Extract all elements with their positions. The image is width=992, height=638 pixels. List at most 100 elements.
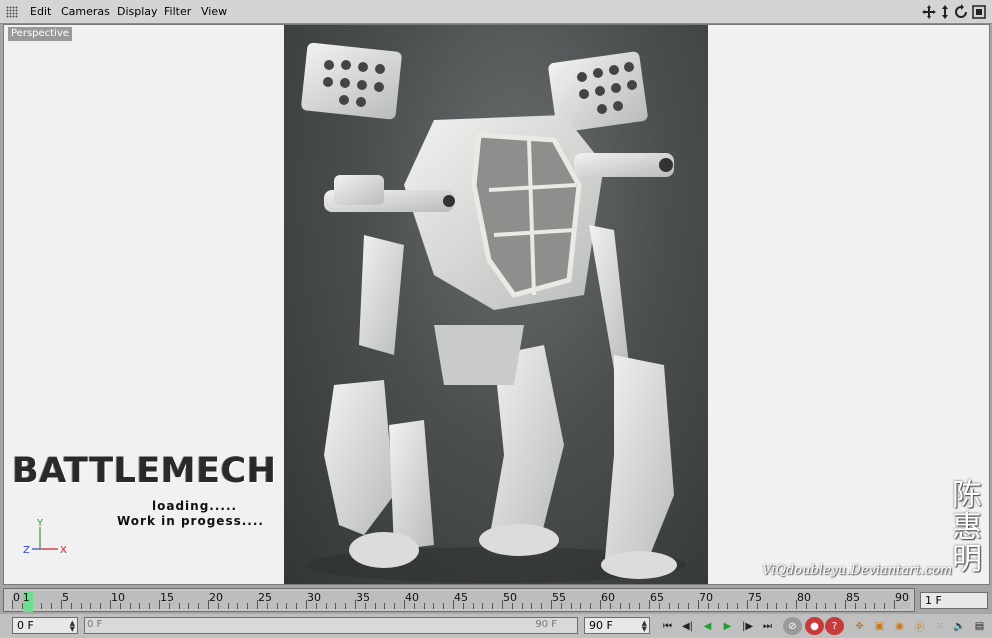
- timeline-ruler[interactable]: 0 1 5 10 15 20 25 30 35 40 45 50 55 60 65 70 75 80 85 90: [3, 588, 915, 612]
- timeline-tick: [100, 603, 102, 609]
- timeline-label: 0: [13, 591, 20, 604]
- timeline-tick: [374, 603, 376, 609]
- play-backward-icon[interactable]: ◀: [698, 617, 717, 635]
- parameter-track-icon[interactable]: Ⓟ: [910, 617, 929, 635]
- timeline-tick: [727, 603, 729, 609]
- autokey-icon[interactable]: ●: [805, 617, 824, 635]
- range-start-label: 0 F: [87, 619, 103, 630]
- position-track-icon[interactable]: ✥: [850, 617, 869, 635]
- axis-y-label: Y: [36, 518, 44, 529]
- timeline-tick: [688, 603, 690, 609]
- timeline-tick: [443, 603, 445, 609]
- timeline-tick: [590, 603, 592, 609]
- timeline-tick: [737, 603, 739, 609]
- start-frame-value: 0 F: [17, 619, 34, 632]
- battlemech-render: [301, 42, 686, 583]
- go-to-start-icon[interactable]: ⏮: [658, 617, 677, 635]
- timeline-tick: [325, 603, 327, 609]
- timeline-label: 25: [258, 591, 272, 604]
- artist-name-chinese: 陈 惠 明: [949, 480, 985, 576]
- timeline-tick: [786, 603, 788, 609]
- timeline-tick: [70, 603, 72, 609]
- preview-range-slider[interactable]: 0 F 90 F: [84, 617, 578, 634]
- timeline-tick: [188, 603, 190, 609]
- timeline-tick: [580, 603, 582, 609]
- spinner-icon[interactable]: ▲ ▼: [642, 620, 647, 633]
- axis-gizmo: Y Z X: [23, 518, 67, 556]
- timeline-tick: [41, 603, 43, 609]
- timeline-tick: [80, 603, 82, 609]
- camera-label: Perspective: [8, 27, 72, 41]
- timeline-label: 55: [552, 591, 566, 604]
- next-key-icon[interactable]: |▶: [738, 617, 757, 635]
- timeline-tick: [198, 603, 200, 609]
- play-forward-icon[interactable]: ▶: [718, 617, 737, 635]
- spinner-icon[interactable]: ▲ ▼: [70, 620, 75, 633]
- timeline-tick: [394, 603, 396, 609]
- scale-track-icon[interactable]: ▣: [870, 617, 889, 635]
- left-missile-pod: [301, 42, 402, 120]
- timeline-tick: [531, 603, 533, 609]
- timeline-tick: [668, 603, 670, 609]
- prev-key-icon[interactable]: ◀|: [678, 617, 697, 635]
- timeline-label: 45: [454, 591, 468, 604]
- move-icon[interactable]: [921, 4, 937, 20]
- overlay-loading: loading.....: [152, 499, 238, 513]
- timeline-tick: [521, 603, 523, 609]
- zoom-icon[interactable]: [937, 4, 953, 20]
- record-icon[interactable]: ⊘: [783, 617, 802, 635]
- range-end-label: 90 F: [535, 619, 557, 630]
- menu-cameras[interactable]: Cameras: [61, 5, 110, 19]
- timeline-tick: [237, 603, 239, 609]
- timeline-label: 15: [160, 591, 174, 604]
- timeline-tick: [227, 603, 229, 609]
- timeline-tick: [345, 603, 347, 609]
- keyframe-help-icon[interactable]: ?: [825, 617, 844, 635]
- chinese-char: 惠: [952, 510, 982, 545]
- timeline-label: 70: [699, 591, 713, 604]
- rotation-track-icon[interactable]: ◉: [890, 617, 909, 635]
- timeline-tick: [629, 603, 631, 609]
- overlay-wip: Work in progess....: [117, 514, 264, 528]
- chinese-char: 陈: [952, 478, 982, 513]
- timeline-tick: [678, 603, 680, 609]
- timeline-tick: [874, 603, 876, 609]
- render-image: [284, 25, 708, 584]
- timeline-tick: [835, 603, 837, 609]
- sound-icon[interactable]: 🔊: [950, 617, 969, 635]
- timeline-label: 1: [22, 591, 30, 604]
- timeline-label: 35: [356, 591, 370, 604]
- overlay-title: BATTLEMECH: [12, 451, 277, 491]
- start-frame-field[interactable]: 0 F ▲ ▼: [12, 617, 78, 634]
- viewport-menu-bar: Edit Cameras Display Filter View: [0, 0, 992, 24]
- timeline-track[interactable]: 0 1 5 10 15 20 25 30 35 40 45 50 55 60 65 70 75 80 85 90: [12, 591, 910, 612]
- menu-view[interactable]: View: [201, 5, 227, 19]
- scheme-icon[interactable]: ▤: [970, 617, 989, 635]
- menu-edit[interactable]: Edit: [30, 5, 51, 19]
- menu-display[interactable]: Display: [117, 5, 158, 19]
- maximize-icon[interactable]: [971, 4, 987, 20]
- grip-handle[interactable]: [6, 6, 18, 18]
- timeline-tick: [884, 603, 886, 609]
- timeline-tick: [129, 603, 131, 609]
- timeline-tick: [90, 603, 92, 609]
- perspective-viewport[interactable]: Perspective BATTLEMECH loading..... Work…: [3, 24, 990, 585]
- timeline-tick: [639, 603, 641, 609]
- cinema4d-window: Edit Cameras Display Filter View Perspec…: [0, 0, 992, 638]
- frame-step-field[interactable]: 1 F: [920, 592, 988, 609]
- timeline-tick: [766, 603, 768, 609]
- timeline-tick: [815, 603, 817, 609]
- axis-z-label: Z: [23, 545, 30, 556]
- artist-signature: ViQdoubleyu.Deviantart.com: [762, 563, 953, 578]
- timeline-tick: [492, 603, 494, 609]
- timeline-label: 60: [601, 591, 615, 604]
- menu-filter[interactable]: Filter: [164, 5, 191, 19]
- timeline-label: 75: [748, 591, 762, 604]
- timeline-label: 30: [307, 591, 321, 604]
- go-to-end-icon[interactable]: ⏭: [758, 617, 777, 635]
- rotate-icon[interactable]: [953, 4, 969, 20]
- timeline-tick: [619, 603, 621, 609]
- timeline-tick: [825, 603, 827, 609]
- point-level-icon[interactable]: ⁙: [930, 617, 949, 635]
- end-frame-field[interactable]: 90 F ▲ ▼: [584, 617, 650, 634]
